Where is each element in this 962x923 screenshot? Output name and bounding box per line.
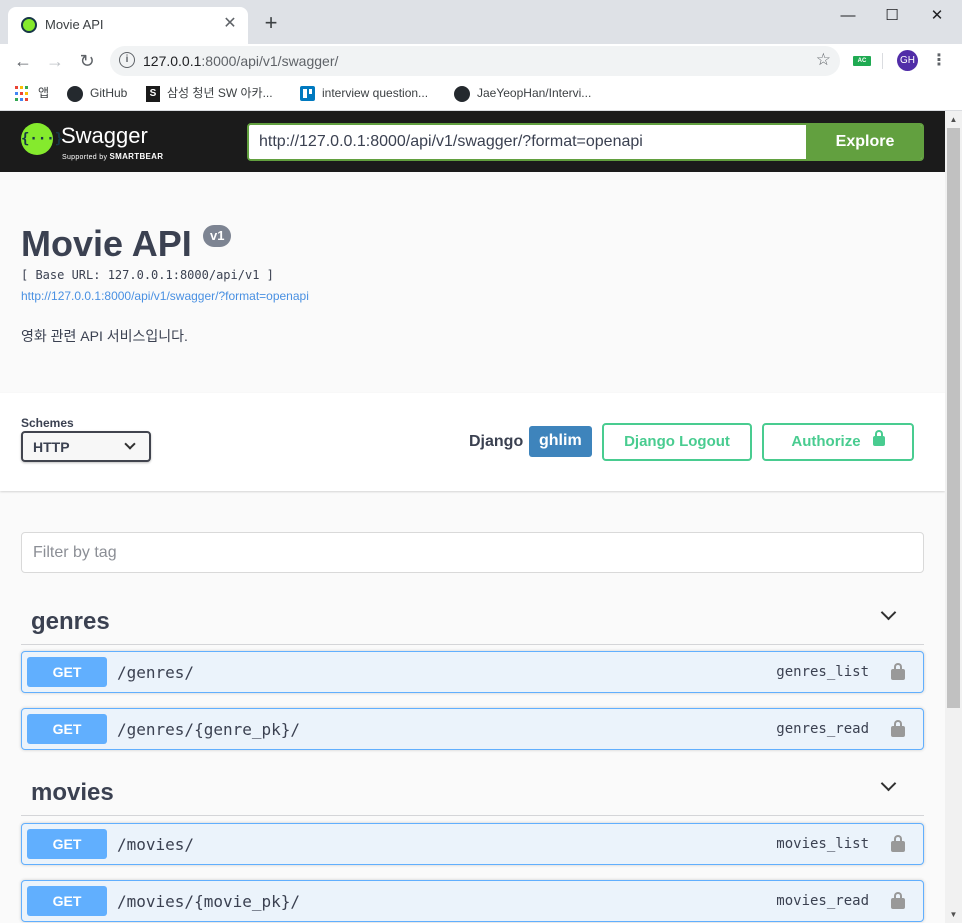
- trello-icon: [300, 86, 315, 102]
- operation-path: /genres/: [117, 663, 195, 682]
- filter-by-tag-input[interactable]: [21, 532, 924, 573]
- chevron-down-icon: [124, 438, 136, 450]
- url-host: 127.0.0.1: [143, 53, 202, 69]
- operation-id: genres_list: [776, 664, 869, 680]
- http-method-badge: GET: [27, 829, 107, 859]
- spec-url-input[interactable]: [249, 125, 806, 159]
- back-arrow-icon[interactable]: ←: [10, 49, 36, 73]
- address-url: 127.0.0.1:8000/api/v1/swagger/: [143, 53, 338, 69]
- tag-name: movies: [31, 779, 114, 806]
- window-close-icon[interactable]: ✕: [922, 6, 952, 28]
- explore-button[interactable]: Explore: [806, 125, 922, 159]
- bookmark-samsung-sw[interactable]: S 삼성 청년 SW 아카...: [146, 85, 273, 105]
- bookmark-label: 삼성 청년 SW 아카...: [167, 86, 273, 100]
- scroll-thumb[interactable]: [947, 128, 960, 708]
- sub-brand: SMARTBEAR: [109, 152, 164, 161]
- bookmark-label: interview question...: [322, 86, 429, 100]
- operation-path: /genres/{genre_pk}/: [117, 720, 301, 739]
- swagger-brand[interactable]: Swagger: [61, 123, 148, 149]
- schemes-bar: Schemes HTTP Django ghlim Django Logout …: [0, 393, 945, 491]
- operation-path: /movies/{movie_pk}/: [117, 892, 301, 911]
- base-url: [ Base URL: 127.0.0.1:8000/api/v1 ]: [21, 268, 274, 282]
- page-scrollbar[interactable]: ▲ ▼: [945, 111, 962, 923]
- samsung-s-icon: S: [146, 85, 160, 102]
- username-badge: ghlim: [529, 426, 592, 457]
- schemes-selected-value: HTTP: [33, 439, 70, 455]
- bookmark-star-icon[interactable]: ☆: [816, 50, 831, 70]
- operation-genres-read[interactable]: GET /genres/{genre_pk}/ genres_read: [21, 708, 924, 750]
- tag-header-movies[interactable]: movies: [21, 771, 924, 816]
- bookmarks-bar: 앱 GitHub S 삼성 청년 SW 아카... interview quest…: [0, 78, 962, 111]
- http-method-badge: GET: [27, 886, 107, 916]
- tag-name: genres: [31, 608, 110, 635]
- scroll-down-arrow-icon[interactable]: ▼: [945, 906, 962, 923]
- http-method-badge: GET: [27, 657, 107, 687]
- operation-movies-list[interactable]: GET /movies/ movies_list: [21, 823, 924, 865]
- api-title: Movie API: [21, 223, 192, 264]
- authorize-label: Authorize: [791, 433, 861, 450]
- tab-close-icon[interactable]: ✕: [220, 14, 240, 34]
- extension-ac-icon[interactable]: AC: [853, 56, 871, 66]
- bookmark-label: 앱: [38, 86, 50, 100]
- forward-arrow-icon[interactable]: →: [42, 49, 68, 73]
- operation-path: /movies/: [117, 835, 195, 854]
- bookmark-label: GitHub: [90, 86, 128, 100]
- github-icon: [67, 85, 83, 102]
- chevron-down-icon[interactable]: [880, 775, 897, 792]
- maximize-icon[interactable]: ☐: [877, 6, 907, 28]
- browser-toolbar: ← → ↻ i 127.0.0.1:8000/api/v1/swagger/ ☆…: [0, 44, 962, 78]
- api-description: 영화 관련 API 서비스입니다.: [21, 328, 188, 344]
- bookmark-github[interactable]: GitHub: [67, 85, 127, 105]
- bookmark-label: JaeYeopHan/Intervi...: [477, 86, 592, 100]
- apps-grid-icon: [15, 86, 30, 101]
- bookmark-apps[interactable]: 앱: [15, 85, 49, 105]
- django-logout-button[interactable]: Django Logout: [602, 423, 752, 461]
- reload-icon[interactable]: ↻: [74, 49, 100, 73]
- browser-tabstrip: Movie API ✕ + — ☐ ✕: [0, 0, 962, 44]
- http-method-badge: GET: [27, 714, 107, 744]
- swagger-topbar: {···} Swagger Supported by SMARTBEAR Exp…: [0, 111, 945, 172]
- lock-icon[interactable]: [891, 835, 905, 852]
- swagger-subtitle: Supported by SMARTBEAR: [62, 152, 163, 161]
- new-tab-button[interactable]: +: [259, 11, 283, 35]
- scroll-up-arrow-icon[interactable]: ▲: [945, 111, 962, 128]
- swagger-logo-icon[interactable]: {···}: [21, 123, 63, 155]
- tab-title: Movie API: [45, 17, 104, 32]
- minimize-icon[interactable]: —: [833, 6, 863, 28]
- schemes-label: Schemes: [21, 416, 74, 430]
- operation-id: movies_read: [776, 893, 869, 909]
- toolbar-divider: [882, 53, 883, 69]
- version-badge: v1: [203, 225, 232, 247]
- lock-icon[interactable]: [891, 892, 905, 909]
- spec-link[interactable]: http://127.0.0.1:8000/api/v1/swagger/?fo…: [21, 289, 309, 303]
- github-icon: [454, 85, 470, 102]
- operation-id: genres_read: [776, 721, 869, 737]
- lock-icon[interactable]: [891, 720, 905, 737]
- sub-prefix: Supported by: [62, 154, 108, 161]
- url-path: :8000/api/v1/swagger/: [201, 53, 339, 69]
- operation-movies-read[interactable]: GET /movies/{movie_pk}/ movies_read: [21, 880, 924, 922]
- chrome-menu-icon[interactable]: ⋮: [930, 49, 948, 73]
- bookmark-jaeyeophan[interactable]: JaeYeopHan/Intervi...: [454, 85, 591, 105]
- operation-id: movies_list: [776, 836, 869, 852]
- site-info-icon[interactable]: i: [119, 52, 135, 68]
- browser-tab[interactable]: Movie API ✕: [8, 7, 248, 44]
- swagger-page: {···} Swagger Supported by SMARTBEAR Exp…: [0, 111, 945, 923]
- bookmark-interview-questions[interactable]: interview question...: [300, 85, 428, 105]
- schemes-select[interactable]: HTTP: [21, 431, 151, 462]
- profile-avatar[interactable]: GH: [897, 50, 918, 71]
- authorize-button[interactable]: Authorize: [762, 423, 914, 461]
- tag-header-genres[interactable]: genres: [21, 600, 924, 645]
- address-bar[interactable]: i 127.0.0.1:8000/api/v1/swagger/ ☆: [110, 46, 840, 76]
- swagger-favicon-icon: [21, 17, 37, 33]
- chevron-down-icon[interactable]: [880, 604, 897, 621]
- operation-genres-list[interactable]: GET /genres/ genres_list: [21, 651, 924, 693]
- explore-form: Explore: [247, 123, 924, 161]
- django-label: Django: [469, 433, 524, 450]
- unlocked-lock-icon: [872, 430, 885, 447]
- lock-icon[interactable]: [891, 663, 905, 680]
